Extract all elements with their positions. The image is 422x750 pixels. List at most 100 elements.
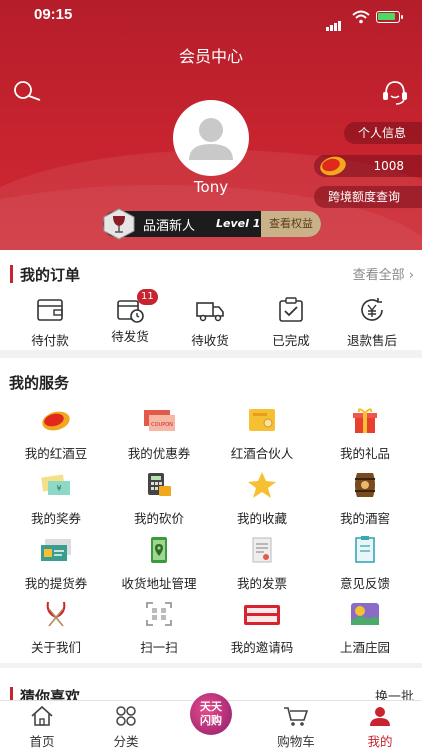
page-title: 会员中心 xyxy=(178,47,243,66)
default-avatar-icon xyxy=(189,118,233,160)
ticket-icon: ¥ xyxy=(41,474,70,495)
service-wine-cellar[interactable]: 我的酒窖 xyxy=(312,470,418,527)
signal-icon xyxy=(326,12,342,31)
tab-label: 购物车 xyxy=(277,734,315,749)
service-label: 扫一扫 xyxy=(140,640,178,655)
wine-glass-badge-icon xyxy=(103,208,135,240)
pending-shipment-badge: 11 xyxy=(137,289,158,305)
services-section: 我的服务 我的红酒豆 COUPON 我的优惠券 红酒合伙人 我的礼品 ¥ 我的奖… xyxy=(0,358,422,663)
member-level: Level 1 xyxy=(216,217,261,230)
service-label: 我的砍价 xyxy=(133,511,184,526)
services-header: 我的服务 xyxy=(0,370,422,392)
pickup-voucher-icon xyxy=(41,539,71,561)
tab-home[interactable]: 首页 xyxy=(0,705,84,750)
service-gifts[interactable]: 我的礼品 xyxy=(312,405,418,462)
service-label: 意见反馈 xyxy=(339,576,390,591)
feedback-icon xyxy=(355,536,375,563)
service-label: 我的奖券 xyxy=(30,511,81,526)
wallet-icon xyxy=(37,299,63,321)
yen-refund-icon xyxy=(361,298,383,321)
order-label: 待发货 xyxy=(111,329,149,344)
service-invoice[interactable]: 我的发票 xyxy=(209,535,315,592)
red-bean-icon xyxy=(320,156,346,176)
service-label: 红酒合伙人 xyxy=(230,446,294,461)
category-icon xyxy=(116,706,136,726)
service-feedback[interactable]: 意见反馈 xyxy=(312,535,418,592)
member-header: 09:15 会员中心 Tony 个人信息 1008 跨境额度查询 品酒新人 Le… xyxy=(0,0,422,250)
service-label: 我的优惠券 xyxy=(127,446,191,461)
wifi-icon xyxy=(352,10,370,24)
service-label: 我的礼品 xyxy=(339,446,390,461)
service-label: 上酒庄园 xyxy=(339,640,390,655)
service-bargain[interactable]: 我的砍价 xyxy=(106,470,212,527)
customer-service-icon[interactable] xyxy=(380,78,410,106)
service-invite-code[interactable]: 我的邀请码 xyxy=(209,599,315,656)
services-title: 我的服务 xyxy=(9,374,70,392)
view-all-orders-link[interactable]: 查看全部 › xyxy=(353,264,414,283)
orders-section: 我的订单 查看全部 › 待付款 11 待发货 待收货 已完成 退款售后 xyxy=(0,250,422,350)
partner-card-icon xyxy=(249,409,275,431)
invite-code-icon xyxy=(244,605,280,625)
service-label: 我的红酒豆 xyxy=(24,446,88,461)
tab-flash-sale[interactable]: 天天 闪购 xyxy=(190,693,232,735)
battery-icon xyxy=(376,11,403,23)
service-label: 我的收藏 xyxy=(236,511,287,526)
service-address[interactable]: 收货地址管理 xyxy=(106,535,212,592)
profile-info-button[interactable]: 个人信息 xyxy=(344,122,422,144)
truck-icon xyxy=(196,302,224,322)
order-pending-payment[interactable]: 待付款 xyxy=(8,296,92,349)
order-pending-receipt[interactable]: 待收货 xyxy=(168,296,252,349)
red-bean-icon xyxy=(42,411,70,431)
cart-icon xyxy=(284,707,309,726)
avatar[interactable] xyxy=(173,100,249,176)
service-label: 我的酒窖 xyxy=(339,511,390,526)
order-completed[interactable]: 已完成 xyxy=(249,296,333,349)
order-label: 退款售后 xyxy=(346,333,397,348)
order-pending-shipment[interactable]: 11 待发货 xyxy=(88,289,172,345)
star-icon xyxy=(248,472,276,498)
tab-category[interactable]: 分类 xyxy=(84,705,168,750)
estate-icon xyxy=(351,603,379,625)
section-marker xyxy=(10,265,13,283)
gift-icon xyxy=(353,408,377,433)
logo-icon xyxy=(46,601,66,627)
service-partner[interactable]: 红酒合伙人 xyxy=(209,405,315,462)
service-red-beans[interactable]: 我的红酒豆 xyxy=(3,405,109,462)
service-label: 收货地址管理 xyxy=(121,576,197,591)
service-scan[interactable]: 扫一扫 xyxy=(106,599,212,656)
order-label: 待付款 xyxy=(31,333,69,348)
scan-icon xyxy=(146,602,172,626)
address-book-icon xyxy=(151,537,167,563)
service-favorites[interactable]: 我的收藏 xyxy=(209,470,315,527)
status-bar: 09:15 xyxy=(0,6,422,31)
service-estate[interactable]: 上酒庄园 xyxy=(312,599,418,656)
tab-label: 分类 xyxy=(113,734,139,749)
service-coupons[interactable]: COUPON 我的优惠券 xyxy=(106,405,212,462)
service-label: 我的邀请码 xyxy=(230,640,294,655)
service-pickup-voucher[interactable]: 我的提货券 xyxy=(3,535,109,592)
invoice-icon xyxy=(252,537,272,563)
cross-border-quota-button[interactable]: 跨境额度查询 xyxy=(314,186,422,208)
status-time: 09:15 xyxy=(34,6,73,23)
service-label: 我的提货券 xyxy=(24,576,88,591)
member-rank: 品酒新人 xyxy=(143,219,196,234)
orders-header: 我的订单 查看全部 › xyxy=(0,262,422,284)
service-lottery-tickets[interactable]: ¥ 我的奖券 xyxy=(3,470,109,527)
order-refund[interactable]: 退款售后 xyxy=(330,296,414,349)
tab-cart[interactable]: 购物车 xyxy=(254,705,338,750)
tab-profile[interactable]: 我的 xyxy=(338,705,422,750)
tab-label: 首页 xyxy=(29,734,55,749)
coupon-icon: COUPON xyxy=(144,410,175,431)
home-icon xyxy=(31,705,53,726)
order-label: 待收货 xyxy=(191,333,229,348)
order-label: 已完成 xyxy=(272,333,310,348)
member-level-badge[interactable]: 品酒新人 Level 1 查看权益 xyxy=(103,208,321,240)
bottom-tab-bar: 首页 分类 天天 闪购 购物车 我的 xyxy=(0,693,422,750)
check-clipboard-icon xyxy=(279,297,303,322)
service-about-us[interactable]: 关于我们 xyxy=(3,599,109,656)
barrel-icon xyxy=(355,473,375,497)
view-benefits-button[interactable]: 查看权益 xyxy=(261,211,321,237)
orders-title: 我的订单 xyxy=(20,266,81,284)
search-icon[interactable] xyxy=(12,80,42,104)
order-icon-wrap: 11 xyxy=(115,289,158,324)
